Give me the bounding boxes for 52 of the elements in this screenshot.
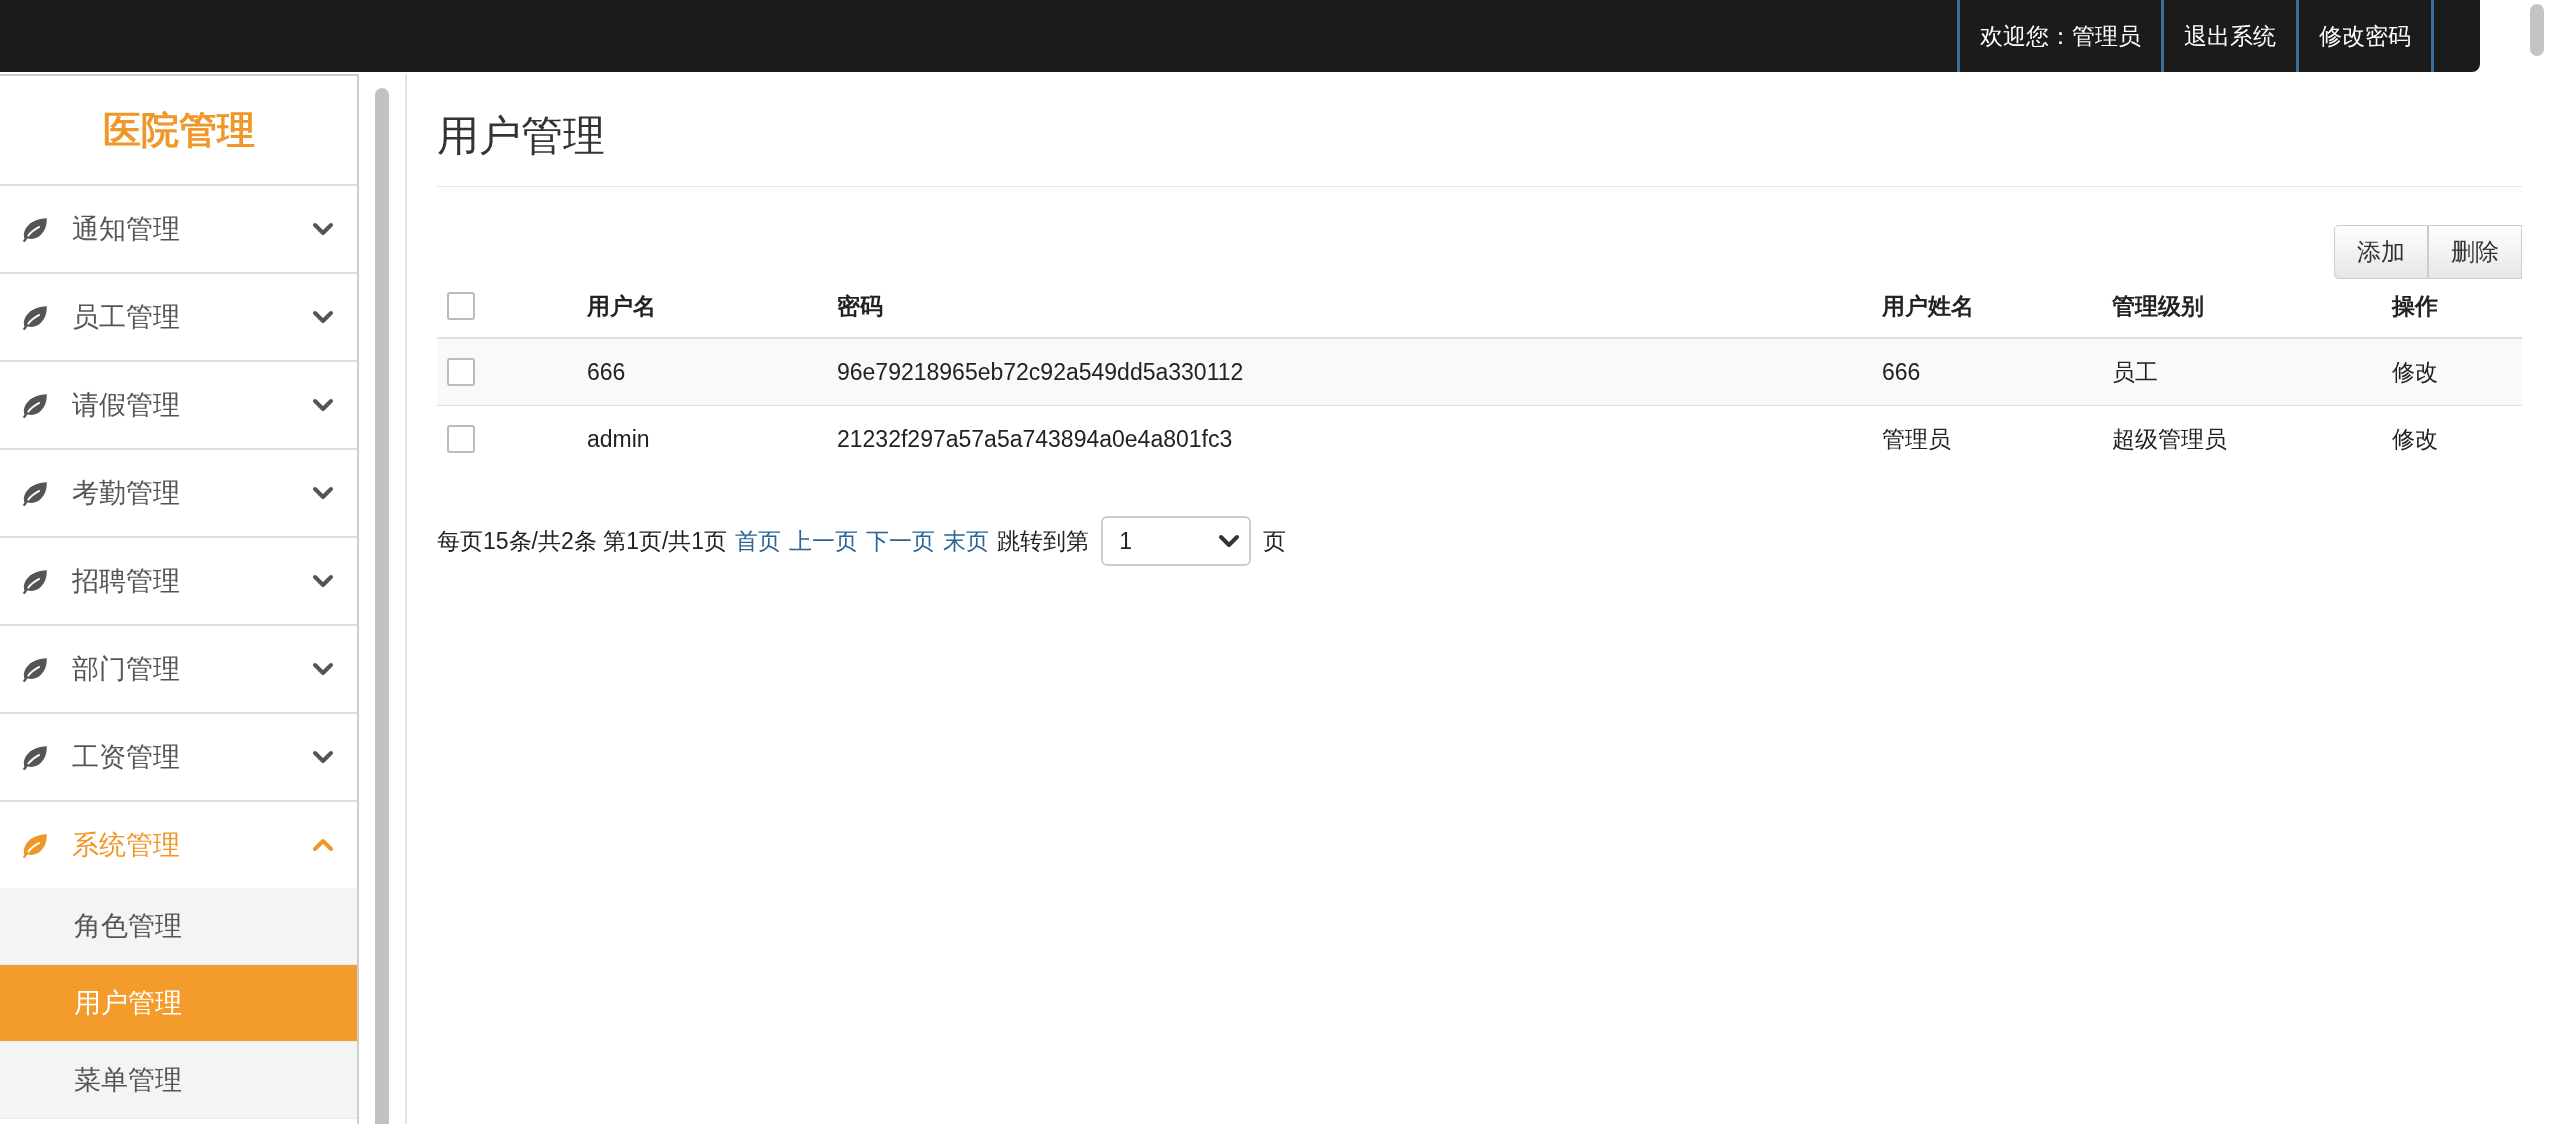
toolbar-button[interactable]: 添加 [2334,225,2428,279]
table-cell: 96e79218965eb72c92a549dd5a330112 [837,358,1244,385]
table-cell: 666 [1882,358,1921,385]
page-select[interactable]: 1 [1101,516,1252,566]
jump-label: 跳转到第 [997,526,1090,556]
leaf-icon [20,304,50,330]
page-summary: 每页15条/共2条 第1页/共1页 [437,526,728,556]
leaf-icon [20,832,50,858]
leaf-icon [20,392,50,418]
menu-item[interactable]: 工资管理 [0,714,357,802]
pagination-link[interactable]: 首页 [735,525,782,557]
pagination-link[interactable]: 末页 [943,525,990,557]
pagination-link[interactable]: 上一页 [789,525,859,557]
table-cell: 666 [587,358,626,385]
table-cell: 超级管理员 [2112,425,2227,452]
column-header: 密码 [837,292,883,319]
leaf-icon [20,656,50,682]
menu-item[interactable]: 考勤管理 [0,450,357,538]
submenu-item[interactable]: 菜单管理 [0,1042,357,1119]
toolbar-button[interactable]: 删除 [2428,225,2522,279]
menu-item[interactable]: 部门管理 [0,626,357,714]
column-header: 管理级别 [2112,292,2204,319]
leaf-icon [20,744,50,770]
leaf-icon [20,568,50,594]
edit-link[interactable]: 修改 [2392,425,2438,452]
submenu-item[interactable]: 角色管理 [0,888,357,965]
pagination-link[interactable]: 下一页 [866,525,936,557]
table-cell: 管理员 [1882,425,1951,452]
topbar-link[interactable]: 修改密码 [2296,0,2434,72]
menu-item[interactable]: 招聘管理 [0,538,357,626]
menu-item[interactable]: 通知管理 [0,186,357,274]
menu-item[interactable]: 员工管理 [0,274,357,362]
row-checkbox[interactable] [447,425,475,454]
leaf-icon [20,480,50,506]
app-title: 医院管理 [0,76,357,186]
page-suffix: 页 [1263,526,1287,556]
row-checkbox[interactable] [447,358,475,387]
scrollbar-thumb[interactable] [2530,4,2544,56]
scrollbar-thumb[interactable] [375,88,389,1124]
select-all-checkbox[interactable] [447,292,475,321]
leaf-icon [20,216,50,242]
column-header: 用户姓名 [1882,292,1974,319]
topbar-link[interactable]: 退出系统 [2161,0,2296,72]
menu-item[interactable]: 请假管理 [0,362,357,450]
column-header: 用户名 [587,292,656,319]
page-title: 用户管理 [437,108,2522,187]
table-cell: 员工 [2112,358,2158,385]
welcome-text: 欢迎您：管理员 [1957,0,2161,72]
table-cell: 21232f297a57a5a743894a0e4a801fc3 [837,425,1233,452]
edit-link[interactable]: 修改 [2392,358,2438,385]
column-header: 操作 [2392,292,2438,319]
table-cell: admin [587,425,650,452]
